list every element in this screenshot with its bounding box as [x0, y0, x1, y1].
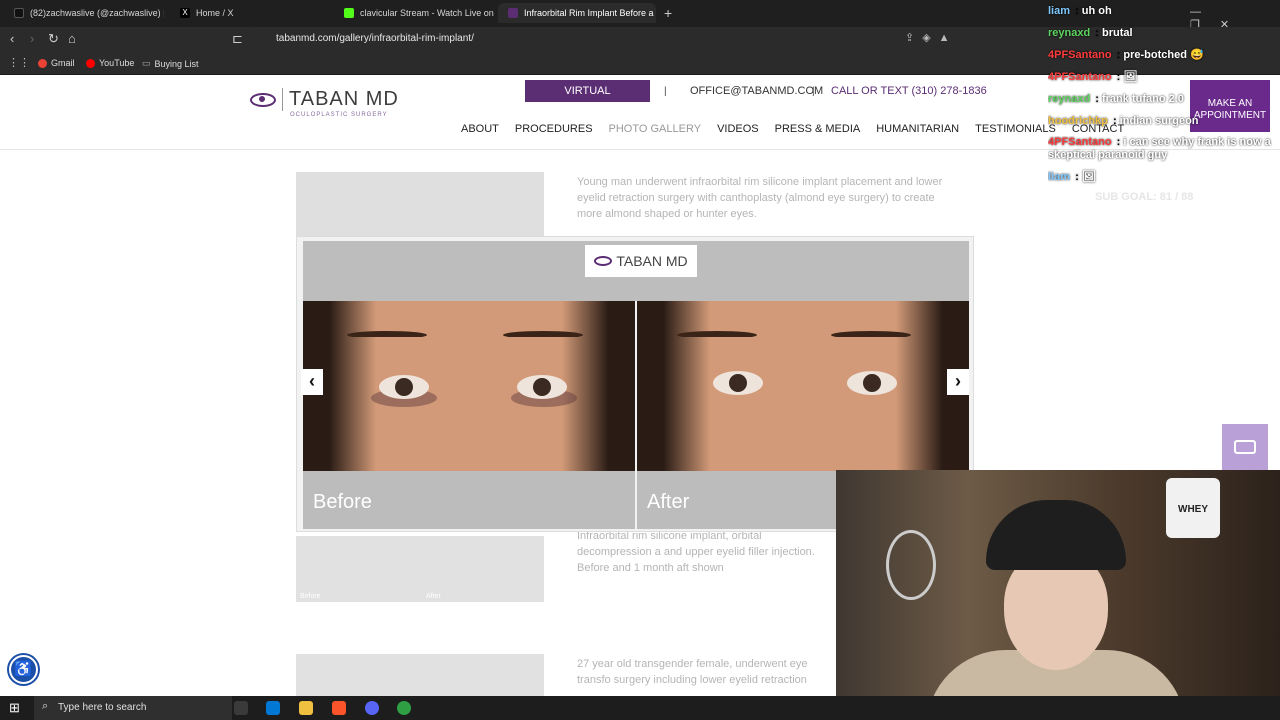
- gallery-thumbnail[interactable]: Before After: [296, 536, 544, 602]
- brave-browser-icon[interactable]: [332, 701, 346, 715]
- gallery-description: Infraorbital rim silicone implant, orbit…: [577, 530, 815, 574]
- search-icon: ⌕: [42, 700, 49, 712]
- site-logo[interactable]: TABAN MD OCULOPLASTIC SURGERY: [250, 88, 399, 118]
- chat-message: reynaxd : brutal: [1048, 27, 1133, 39]
- bookmark-label: YouTube: [99, 58, 135, 68]
- eye-logo-icon: [250, 92, 276, 107]
- search-placeholder: Type here to search: [58, 702, 147, 713]
- sub-goal-text: SUB GOAL: 81 / 88: [1095, 191, 1194, 203]
- back-icon[interactable]: ‹: [10, 31, 14, 46]
- nav-press-media[interactable]: PRESS & MEDIA: [775, 123, 861, 135]
- extension-icons[interactable]: ⇪◈▲: [905, 31, 958, 44]
- chat-message: 4PFSantano : 🖼: [1048, 71, 1138, 83]
- kick-icon: [344, 8, 354, 18]
- bookmark-gmail[interactable]: Gmail: [38, 58, 75, 68]
- thumb-before-label: Before: [300, 593, 321, 600]
- gallery-thumbnail[interactable]: [296, 654, 544, 696]
- new-tab-button[interactable]: +: [664, 5, 672, 21]
- bookmark-buying-list[interactable]: ▭ Buying List: [142, 58, 199, 69]
- tab-label: clavicular Stream - Watch Live on Kick: [360, 8, 494, 18]
- forward-icon[interactable]: ›: [30, 31, 34, 46]
- tab-tabanmd[interactable]: Infraorbital Rim Implant Before a ✕: [498, 3, 656, 23]
- divider: |: [812, 86, 815, 97]
- lightbox-logo: TABAN MD: [585, 245, 697, 277]
- discord-icon[interactable]: [365, 701, 379, 715]
- tiktok-icon: [14, 8, 24, 18]
- chat-message: 4PFSantano : pre-botched 😅: [1048, 49, 1204, 61]
- virtual-consultations-button[interactable]: VIRTUAL CONSULTATIONS: [525, 80, 650, 119]
- nav-videos[interactable]: VIDEOS: [717, 123, 759, 135]
- copilot-icon[interactable]: [266, 701, 280, 715]
- next-arrow-icon[interactable]: ›: [947, 369, 969, 395]
- office-email-link[interactable]: OFFICE@TABANMD.COM: [690, 85, 823, 97]
- taskbar-search[interactable]: ⌕ Type here to search: [34, 696, 232, 720]
- stream-chat: liam : uh oh reynaxd : brutal 4PFSantano…: [1048, 0, 1280, 210]
- thumb-after-label: After: [426, 593, 441, 600]
- previous-arrow-icon[interactable]: ‹: [301, 369, 323, 395]
- logo-subtitle: OCULOPLASTIC SURGERY: [290, 112, 388, 118]
- eye-logo-icon: [594, 256, 613, 266]
- nav-testimonials[interactable]: TESTIMONIALS: [975, 123, 1056, 135]
- baseball-cap: [986, 500, 1126, 570]
- before-label: Before: [303, 471, 635, 529]
- live-chat-widget[interactable]: [1222, 424, 1268, 470]
- task-view-icon[interactable]: [234, 701, 248, 715]
- chat-bubble-icon: [1234, 440, 1256, 454]
- tabanmd-icon: [508, 8, 518, 18]
- divider: |: [664, 86, 667, 97]
- folder-icon: ▭: [142, 58, 151, 68]
- nav-photo-gallery[interactable]: PHOTO GALLERY: [609, 123, 702, 135]
- gallery-thumbnail[interactable]: [296, 172, 544, 236]
- nav-procedures[interactable]: PROCEDURES: [515, 123, 593, 135]
- nav-humanitarian[interactable]: HUMANITARIAN: [876, 123, 959, 135]
- file-explorer-icon[interactable]: [299, 701, 313, 715]
- chat-message: liam : uh oh: [1048, 5, 1112, 17]
- gmail-icon: [38, 58, 47, 68]
- chat-message: reynaxd : frank tufano 2.0: [1048, 93, 1184, 105]
- lightbox-header: TABAN MD: [303, 241, 969, 301]
- gallery-description: 27 year old transgender female, underwen…: [577, 658, 808, 686]
- call-text-link[interactable]: CALL OR TEXT (310) 278-1836: [831, 85, 987, 97]
- tab-tiktok[interactable]: (82)zachwaslive (@zachwaslive) | TikT: [4, 3, 164, 23]
- windows-taskbar: ⊞ ⌕ Type here to search: [0, 696, 1280, 720]
- url-text: tabanmd.com/gallery/infraorbital-rim-imp…: [276, 33, 474, 44]
- home-icon[interactable]: ⌂: [68, 31, 76, 46]
- bookmark-label: Buying List: [154, 58, 199, 69]
- reload-icon[interactable]: ↻: [48, 31, 59, 47]
- tab-kick[interactable]: clavicular Stream - Watch Live on Kick: [334, 3, 494, 23]
- tab-label: Home / X: [196, 8, 234, 18]
- accessibility-icon[interactable]: ♿: [9, 655, 38, 684]
- streamer: [926, 500, 1186, 720]
- chat-message: liam : 🖼: [1048, 171, 1096, 183]
- youtube-icon: [86, 58, 95, 68]
- tab-label: (82)zachwaslive (@zachwaslive) | TikT: [30, 8, 164, 18]
- before-photo: [303, 301, 635, 471]
- nav-about[interactable]: ABOUT: [461, 123, 499, 135]
- bookmark-youtube[interactable]: YouTube: [86, 58, 134, 68]
- apps-grid-icon[interactable]: ⋮⋮: [8, 56, 30, 69]
- bookmark-label: Gmail: [51, 58, 75, 68]
- obs-icon[interactable]: [397, 701, 411, 715]
- webcam-overlay: WHEY: [836, 470, 1280, 720]
- bookmark-icon[interactable]: ⊏: [232, 31, 243, 47]
- gallery-description: Young man underwent infraorbital rim sil…: [577, 176, 943, 220]
- logo-name: TABAN MD: [282, 88, 399, 111]
- after-photo: [637, 301, 969, 471]
- x-icon: X: [180, 8, 190, 18]
- address-bar[interactable]: tabanmd.com/gallery/infraorbital-rim-imp…: [250, 30, 970, 50]
- lightbox-logo-text: TABAN MD: [616, 253, 688, 269]
- main-nav: ABOUT PROCEDURES PHOTO GALLERY VIDEOS PR…: [461, 123, 1124, 135]
- tab-x[interactable]: X Home / X: [170, 3, 330, 23]
- chat-message: 4PFSantano : i can see why frank is now …: [1048, 136, 1271, 161]
- tab-label: Infraorbital Rim Implant Before a: [524, 8, 654, 18]
- chat-message: hoodrichkp : indian surgeon: [1048, 115, 1199, 127]
- windows-start-icon[interactable]: ⊞: [9, 700, 20, 716]
